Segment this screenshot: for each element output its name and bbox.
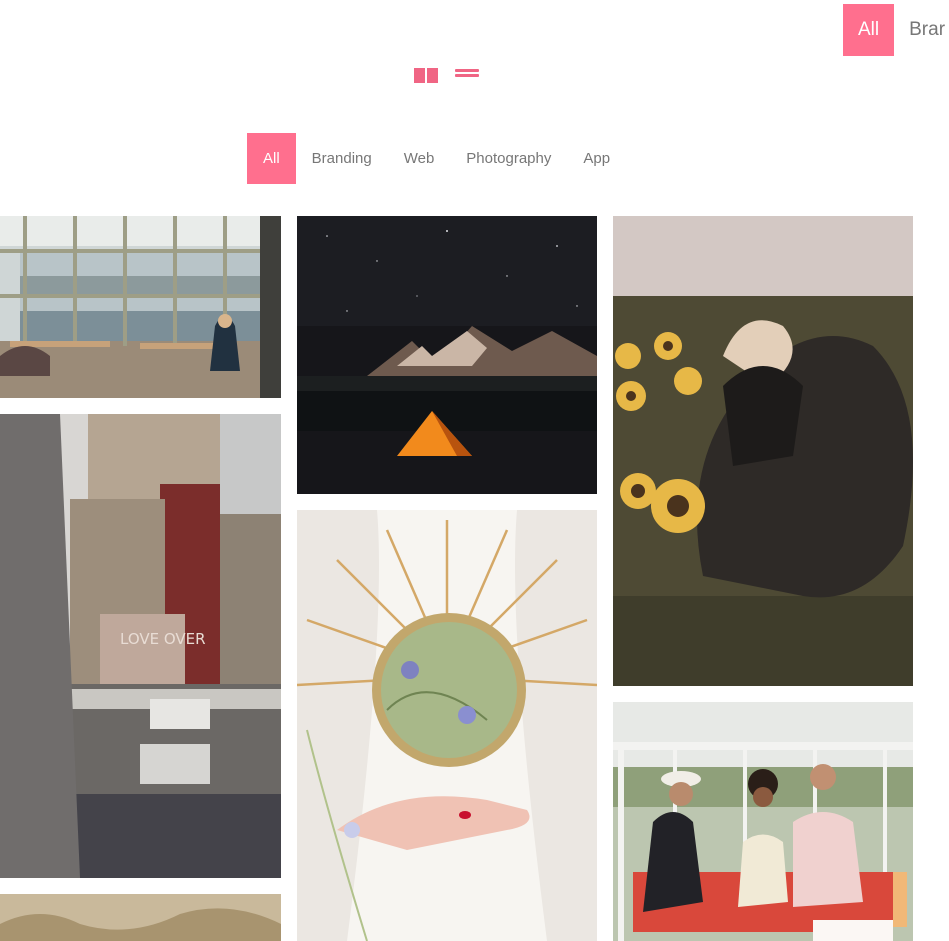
city-rooftop-photo[interactable]: LOVE OVER [0, 414, 281, 878]
top-filter-all[interactable]: All [843, 4, 895, 56]
field-photo[interactable] [0, 894, 281, 941]
filter-branding[interactable]: Branding [296, 133, 388, 184]
office-photo[interactable] [0, 216, 281, 398]
filter-all[interactable]: All [247, 133, 296, 184]
list-icon[interactable] [455, 66, 481, 84]
sunflower-photo[interactable] [613, 216, 913, 686]
mirror-photo[interactable] [297, 510, 597, 941]
love-over-sign: LOVE OVER [120, 630, 206, 648]
grid-icon[interactable] [414, 66, 440, 84]
filter-app[interactable]: App [567, 133, 626, 184]
top-filter-branding[interactable]: Brar [894, 4, 949, 56]
picnic-photo[interactable] [613, 702, 913, 941]
top-filter-bar: All Brar [843, 4, 949, 56]
portfolio-filter: All Branding Web Photography App [247, 133, 626, 184]
filter-photography[interactable]: Photography [450, 133, 567, 184]
filter-web[interactable]: Web [388, 133, 451, 184]
view-toggle [414, 66, 481, 84]
tent-photo[interactable] [297, 216, 597, 494]
